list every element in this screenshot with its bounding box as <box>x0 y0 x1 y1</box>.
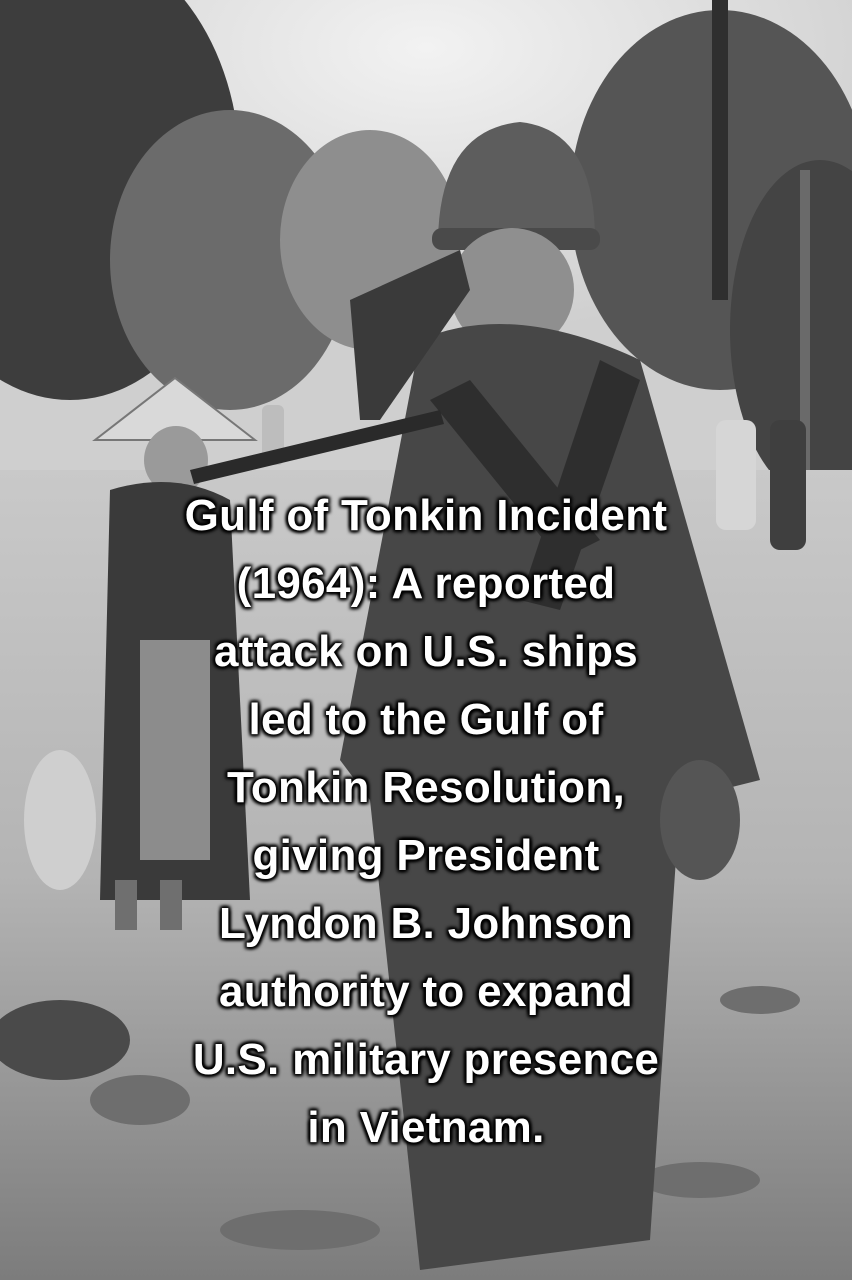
caption-line: authority to expand <box>219 967 633 1016</box>
caption-line: led to the Gulf of <box>248 695 604 744</box>
caption-line: Gulf of Tonkin Incident <box>184 491 668 540</box>
caption-line: in Vietnam. <box>307 1103 545 1152</box>
caption-line: U.S. military presence <box>192 1035 660 1084</box>
caption-line: Tonkin Resolution, <box>226 763 626 812</box>
caption-line: (1964): A reported <box>236 559 616 608</box>
caption-line: Lyndon B. Johnson <box>218 899 634 948</box>
caption-line: attack on U.S. ships <box>213 627 639 676</box>
background-photo: Gulf of Tonkin Incident (1964): A report… <box>0 0 852 1280</box>
caption-line: giving President <box>252 831 600 880</box>
caption-text: Gulf of Tonkin Incident (1964): A report… <box>0 482 852 1162</box>
